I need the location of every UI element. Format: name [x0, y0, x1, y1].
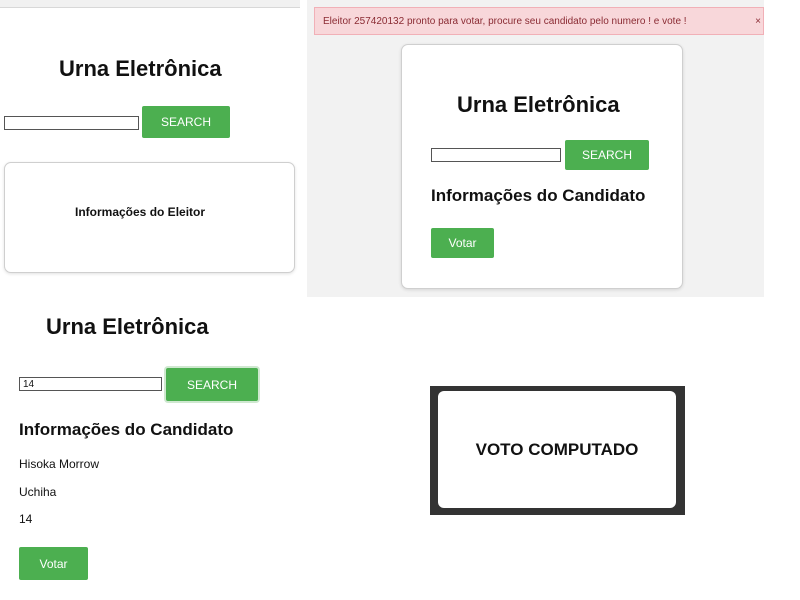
search-button[interactable]: SEARCH	[142, 106, 230, 138]
candidate-number: 14	[19, 512, 33, 526]
vote-button[interactable]: Votar	[431, 228, 494, 258]
candidate-card: Urna Eletrônica SEARCH Informações do Ca…	[401, 44, 683, 289]
candidate-info-heading: Informações do Candidato	[19, 420, 234, 439]
page-title: Urna Eletrônica	[59, 56, 222, 81]
page-title: Urna Eletrônica	[457, 92, 620, 117]
close-icon[interactable]: ×	[755, 16, 761, 27]
search-button[interactable]: SEARCH	[565, 140, 649, 170]
browser-top-bar	[0, 0, 300, 8]
vote-confirmed-card: VOTO COMPUTADO	[438, 391, 676, 508]
voter-ready-alert: Eleitor 257420132 pronto para votar, pro…	[314, 7, 764, 35]
page-title: Urna Eletrônica	[46, 314, 209, 339]
vote-button[interactable]: Votar	[19, 547, 88, 580]
candidate-info-heading: Informações do Candidato	[431, 186, 646, 205]
candidate-name: Hisoka Morrow	[19, 457, 100, 471]
voter-info-label: Informações do Eleitor	[75, 205, 206, 219]
alert-message: Eleitor 257420132 pronto para votar, pro…	[323, 15, 687, 27]
candidate-lookup-panel: Eleitor 257420132 pronto para votar, pro…	[307, 0, 764, 297]
search-input[interactable]	[4, 116, 139, 130]
search-button[interactable]: SEARCH	[166, 368, 258, 401]
voter-info-card: Informações do Eleitor	[4, 162, 295, 273]
vote-confirmed-message: VOTO COMPUTADO	[475, 439, 639, 459]
search-input[interactable]	[19, 377, 162, 391]
voter-lookup-panel: Urna Eletrônica SEARCH Informações do El…	[0, 0, 300, 290]
candidate-party: Uchiha	[19, 485, 57, 499]
candidate-result-panel: Urna Eletrônica SEARCH Informações do Ca…	[0, 300, 300, 600]
vote-confirmed-panel: VOTO COMPUTADO	[430, 386, 685, 515]
search-input[interactable]	[431, 148, 561, 162]
